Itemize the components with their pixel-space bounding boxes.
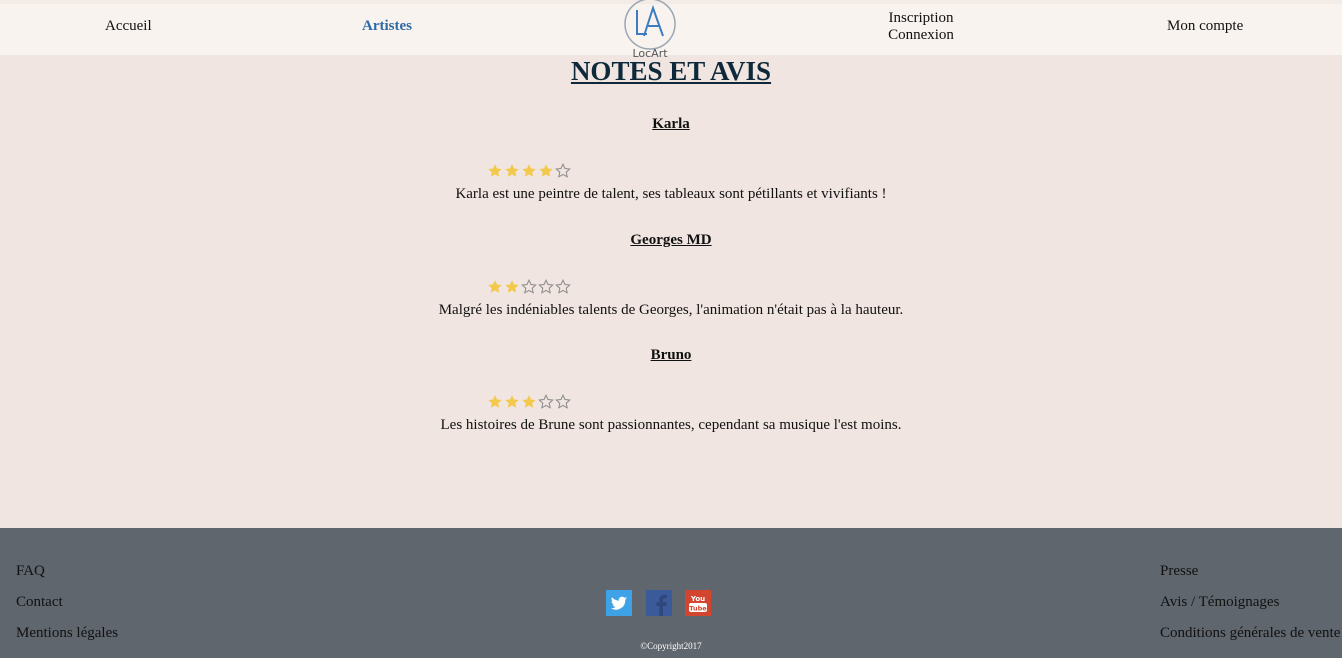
footer-cgv[interactable]: Conditions générales de vente	[1160, 625, 1340, 642]
star-filled-icon	[539, 164, 553, 177]
star-rating	[487, 394, 571, 410]
review-item: Bruno Les histoires de Brune sont passio…	[0, 347, 1342, 433]
star-filled-icon	[522, 164, 536, 177]
star-empty-icon	[538, 279, 554, 294]
footer-avis-temoignages[interactable]: Avis / Témoignages	[1160, 594, 1279, 611]
nav-artistes[interactable]: Artistes	[362, 18, 412, 35]
footer-contact[interactable]: Contact	[16, 594, 63, 611]
svg-text:You: You	[690, 595, 705, 603]
nav-connexion[interactable]: Connexion	[887, 27, 955, 44]
review-author[interactable]: Georges MD	[0, 232, 1342, 249]
review-item: Georges MD Malgré les indéniables talent…	[0, 232, 1342, 318]
copyright-text: ©Copyright2017	[640, 641, 702, 651]
review-item: Karla Karla est une peintre de talent, s…	[0, 116, 1342, 202]
review-comment: Malgré les indéniables talents de George…	[438, 302, 904, 318]
nav-auth: Inscription Connexion	[887, 10, 955, 44]
star-filled-icon	[488, 164, 502, 177]
page-title: NOTES ET AVIS	[570, 56, 772, 86]
review-comment: Karla est une peintre de talent, ses tab…	[455, 186, 887, 202]
locart-logo[interactable]: LocArt	[620, 0, 680, 60]
footer-presse[interactable]: Presse	[1160, 563, 1198, 580]
nav-inscription[interactable]: Inscription	[887, 10, 955, 27]
review-comment: Les histoires de Brune sont passionnante…	[440, 417, 902, 433]
site-header: Accueil Artistes LocArt Inscription Conn…	[0, 0, 1342, 60]
star-filled-icon	[505, 280, 519, 293]
logo-icon: LocArt	[624, 0, 676, 60]
twitter-icon[interactable]	[606, 590, 632, 616]
star-filled-icon	[522, 395, 536, 408]
review-author[interactable]: Karla	[0, 116, 1342, 133]
star-filled-icon	[505, 164, 519, 177]
svg-text:Tube: Tube	[689, 605, 707, 613]
site-footer: FAQ Contact Mentions légales Presse Avis…	[0, 528, 1342, 658]
star-empty-icon	[555, 279, 571, 294]
star-rating	[487, 163, 571, 179]
star-filled-icon	[488, 280, 502, 293]
facebook-icon[interactable]	[646, 590, 672, 616]
youtube-icon[interactable]: You Tube	[685, 590, 711, 616]
star-empty-icon	[538, 394, 554, 409]
footer-mentions-legales[interactable]: Mentions légales	[16, 625, 118, 642]
star-empty-icon	[555, 394, 571, 409]
review-author[interactable]: Bruno	[0, 347, 1342, 364]
star-filled-icon	[488, 395, 502, 408]
star-filled-icon	[505, 395, 519, 408]
star-rating	[487, 279, 571, 295]
star-empty-icon	[555, 163, 571, 178]
nav-mon-compte[interactable]: Mon compte	[1167, 18, 1243, 35]
star-empty-icon	[521, 279, 537, 294]
nav-accueil[interactable]: Accueil	[105, 18, 152, 35]
footer-faq[interactable]: FAQ	[16, 563, 45, 580]
